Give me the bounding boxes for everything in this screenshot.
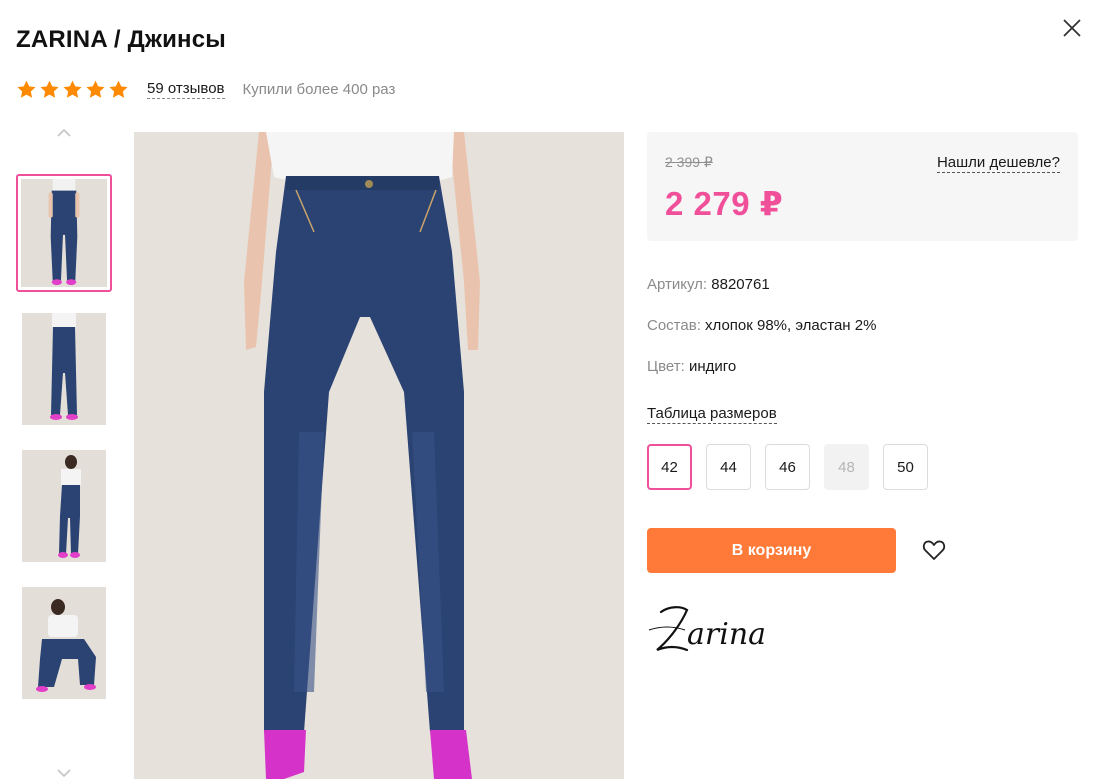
product-photo (134, 132, 624, 779)
article-label: Артикул: (647, 276, 708, 293)
purchase-count: Купили более 400 раз (242, 80, 396, 98)
composition-value: хлопок 98%, эластан 2% (705, 317, 877, 334)
reviews-link[interactable]: 59 отзывов (147, 80, 225, 99)
article-value: 8820761 (711, 276, 770, 293)
chevron-down-icon (57, 769, 71, 778)
rating-row: 59 отзывов Купили более 400 раз (16, 78, 395, 100)
thumbnails-up-button[interactable] (54, 126, 74, 140)
old-price: 2 399 ₽ (665, 154, 713, 170)
add-to-cart-button[interactable]: В корзину (647, 528, 896, 573)
size-option-48: 48 (824, 444, 869, 490)
star-icon (17, 80, 36, 98)
thumbnail-3[interactable] (22, 450, 106, 562)
size-table-link[interactable]: Таблица размеров (647, 405, 777, 424)
size-option-42[interactable]: 42 (647, 444, 692, 490)
thumbnail-image (22, 313, 106, 425)
thumbnail-1[interactable] (16, 174, 112, 292)
color-label: Цвет: (647, 358, 685, 375)
thumbnail-image (21, 179, 107, 287)
star-icon (109, 80, 128, 98)
rating-stars (16, 79, 129, 100)
thumbnail-image (22, 587, 106, 699)
size-option-50[interactable]: 50 (883, 444, 928, 490)
svg-text:arina: arina (687, 617, 766, 652)
thumbnail-2[interactable] (22, 313, 106, 425)
brand-logo[interactable]: arina (647, 600, 787, 662)
current-price: 2 279 ₽ (665, 185, 784, 222)
star-icon (86, 80, 105, 98)
favorite-button[interactable] (921, 537, 947, 563)
close-button[interactable] (1060, 16, 1084, 40)
close-icon (1063, 19, 1081, 37)
main-product-image[interactable] (134, 132, 624, 779)
star-icon (63, 80, 82, 98)
size-option-44[interactable]: 44 (706, 444, 751, 490)
product-title: ZARINA / Джинсы (16, 26, 226, 53)
star-icon (40, 80, 59, 98)
size-selector: 42 44 46 48 50 (647, 444, 928, 490)
color-value: индиго (688, 358, 737, 375)
price-box: 2 399 ₽ 2 279 ₽ Нашли дешевле? (647, 132, 1078, 241)
thumbnail-image (22, 450, 106, 562)
composition-label: Состав: (647, 317, 701, 334)
found-cheaper-link[interactable]: Нашли дешевле? (936, 154, 1060, 173)
zarina-logo: arina (648, 606, 766, 652)
color-row: Цвет: индиго (647, 358, 736, 375)
thumbnails-down-button[interactable] (54, 766, 74, 779)
thumbnail-4[interactable] (22, 587, 106, 699)
heart-icon (922, 540, 946, 560)
size-option-46[interactable]: 46 (765, 444, 810, 490)
composition-row: Состав: хлопок 98%, эластан 2% (647, 317, 876, 334)
chevron-up-icon (57, 128, 71, 137)
article-row: Артикул: 8820761 (647, 276, 770, 293)
